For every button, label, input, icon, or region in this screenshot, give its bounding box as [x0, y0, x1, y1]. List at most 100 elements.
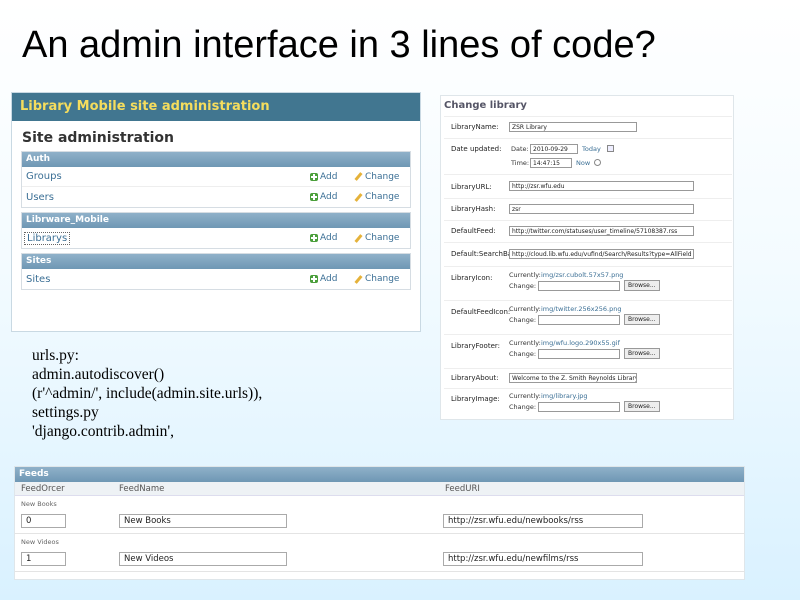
library-name-input[interactable]: ZSR Library [509, 122, 637, 132]
change-button[interactable]: Change [354, 172, 406, 182]
module-caption[interactable]: Auth [22, 152, 410, 167]
field-label: LibraryImage: [451, 395, 500, 403]
file-path-input[interactable] [538, 349, 620, 359]
library-hash-input[interactable]: zsr [509, 204, 694, 214]
feed-order-input[interactable]: 0 [21, 514, 66, 528]
field-row-default-search: Default:SearchBas http://cloud.lib.wfu.e… [444, 242, 732, 266]
feed-uri-input[interactable]: http://zsr.wfu.edu/newbooks/rss [443, 514, 643, 528]
file-path-input[interactable] [538, 281, 620, 291]
field-label: Date updated: [451, 145, 502, 153]
field-row-date-updated: Date updated: Date: 2010-09-29 Today Tim… [444, 138, 732, 174]
time-label: Time: [511, 159, 530, 167]
browse-button[interactable]: Browse... [624, 348, 660, 359]
change-label: Change: [509, 403, 537, 411]
current-file-link[interactable]: img/wfu.logo.290x55.gif [541, 339, 620, 347]
add-button[interactable]: Add [310, 172, 354, 182]
code-line: urls.py: [32, 347, 79, 364]
field-label: LibraryName: [451, 123, 499, 131]
time-input[interactable]: 14:47:15 [530, 158, 572, 168]
currently-label: Currently: [509, 339, 541, 347]
add-label: Add [320, 274, 338, 284]
model-link-sites[interactable]: Sites [22, 274, 310, 285]
feed-order-input[interactable]: 1 [21, 552, 66, 566]
feeds-inline-screenshot: Feeds FeedOrcer FeedName FeedURI New Boo… [14, 466, 745, 580]
change-library-screenshot: Change library LibraryName: ZSR Library … [440, 95, 734, 420]
library-about-input[interactable]: Welcome to the Z. Smith Reynolds Library [509, 373, 637, 383]
column-header-feed-uri: FeedURI [445, 484, 480, 494]
feeds-caption: Feeds [15, 467, 744, 482]
feed-name-input[interactable]: New Books [119, 514, 287, 528]
add-button[interactable]: Add [310, 274, 354, 284]
field-label: DefaultFeedIcon: [451, 308, 511, 316]
model-link-users[interactable]: Users [22, 192, 310, 203]
current-file-link[interactable]: img/twitter.256x256.png [541, 305, 621, 313]
browse-button[interactable]: Browse... [624, 401, 660, 412]
now-link[interactable]: Now [576, 159, 590, 167]
file-path-input[interactable] [538, 402, 620, 412]
feed-name-input[interactable]: New Videos [119, 552, 287, 566]
row-divider [15, 571, 744, 572]
model-link-groups[interactable]: Groups [22, 171, 310, 182]
today-link[interactable]: Today [582, 145, 601, 153]
field-row-default-feed: DefaultFeed: http://twitter.com/statuses… [444, 220, 732, 242]
field-label: LibraryFooter: [451, 342, 500, 350]
model-row-librarys: Librarys Add Change [22, 228, 410, 248]
app-module-auth: Auth Groups Add Change Users Add Change [21, 151, 411, 208]
site-header: Library Mobile site administration [12, 93, 420, 121]
default-search-input[interactable]: http://cloud.lib.wfu.edu/vufind/Search/R… [509, 249, 694, 259]
field-row-library-icon: LibraryIcon: Currently: img/zsr.cubolt.5… [444, 266, 732, 300]
file-path-input[interactable] [538, 315, 620, 325]
change-button[interactable]: Change [354, 192, 406, 202]
feed-uri-input[interactable]: http://zsr.wfu.edu/newfilms/rss [443, 552, 643, 566]
clock-icon[interactable] [594, 159, 601, 166]
current-file-link[interactable]: img/zsr.cubolt.57x57.png [541, 271, 623, 279]
change-label: Change [365, 233, 400, 243]
field-row-library-name: LibraryName: ZSR Library [444, 116, 732, 138]
calendar-icon[interactable] [607, 145, 614, 152]
add-button[interactable]: Add [310, 192, 354, 202]
field-label: LibraryIcon: [451, 274, 493, 282]
field-label: Default:SearchBas [451, 250, 516, 258]
model-row-groups: Groups Add Change [22, 167, 410, 187]
date-input[interactable]: 2010-09-29 [530, 144, 578, 154]
field-label: LibraryAbout: [451, 374, 499, 382]
slide-title: An admin interface in 3 lines of code? [22, 24, 656, 66]
form-title: Change library [444, 100, 527, 111]
page-title: Site administration [22, 130, 175, 146]
add-label: Add [320, 233, 338, 243]
date-label: Date: [511, 145, 529, 153]
currently-label: Currently: [509, 271, 541, 279]
pencil-icon [354, 172, 363, 181]
browse-button[interactable]: Browse... [624, 314, 660, 325]
pencil-icon [354, 275, 363, 284]
pencil-icon [354, 193, 363, 202]
current-file-link[interactable]: img/library.jpg [541, 392, 588, 400]
plus-icon [310, 275, 318, 283]
library-url-input[interactable]: http://zsr.wfu.edu [509, 181, 694, 191]
browse-button[interactable]: Browse... [624, 280, 660, 291]
plus-icon [310, 172, 318, 181]
field-row-library-about: LibraryAbout: Welcome to the Z. Smith Re… [444, 368, 732, 388]
change-label: Change: [509, 350, 537, 358]
field-row-library-url: LibraryURL: http://zsr.wfu.edu [444, 174, 732, 198]
field-label: DefaultFeed: [451, 227, 496, 235]
default-feed-input[interactable]: http://twitter.com/statuses/user_timelin… [509, 226, 694, 236]
feed-group-label: New Books [21, 500, 57, 508]
code-line: settings.py [32, 404, 99, 421]
model-link-librarys[interactable]: Librarys [24, 231, 71, 245]
add-button[interactable]: Add [310, 233, 354, 243]
field-label: LibraryHash: [451, 205, 496, 213]
column-header-feed-name: FeedName [119, 484, 165, 494]
change-button[interactable]: Change [354, 233, 406, 243]
module-caption[interactable]: Librware_Mobile [22, 213, 410, 228]
app-module-librware-mobile: Librware_Mobile Librarys Add Change [21, 212, 411, 249]
pencil-icon [354, 234, 363, 243]
change-button[interactable]: Change [354, 274, 406, 284]
change-label: Change [365, 171, 400, 182]
module-caption[interactable]: Sites [22, 254, 410, 269]
feeds-header-row: FeedOrcer FeedName FeedURI [15, 482, 744, 496]
field-row-library-hash: LibraryHash: zsr [444, 198, 732, 220]
add-label: Add [320, 171, 338, 182]
currently-label: Currently: [509, 392, 541, 400]
field-row-library-image: LibraryImage: Currently: img/library.jpg… [444, 388, 732, 420]
